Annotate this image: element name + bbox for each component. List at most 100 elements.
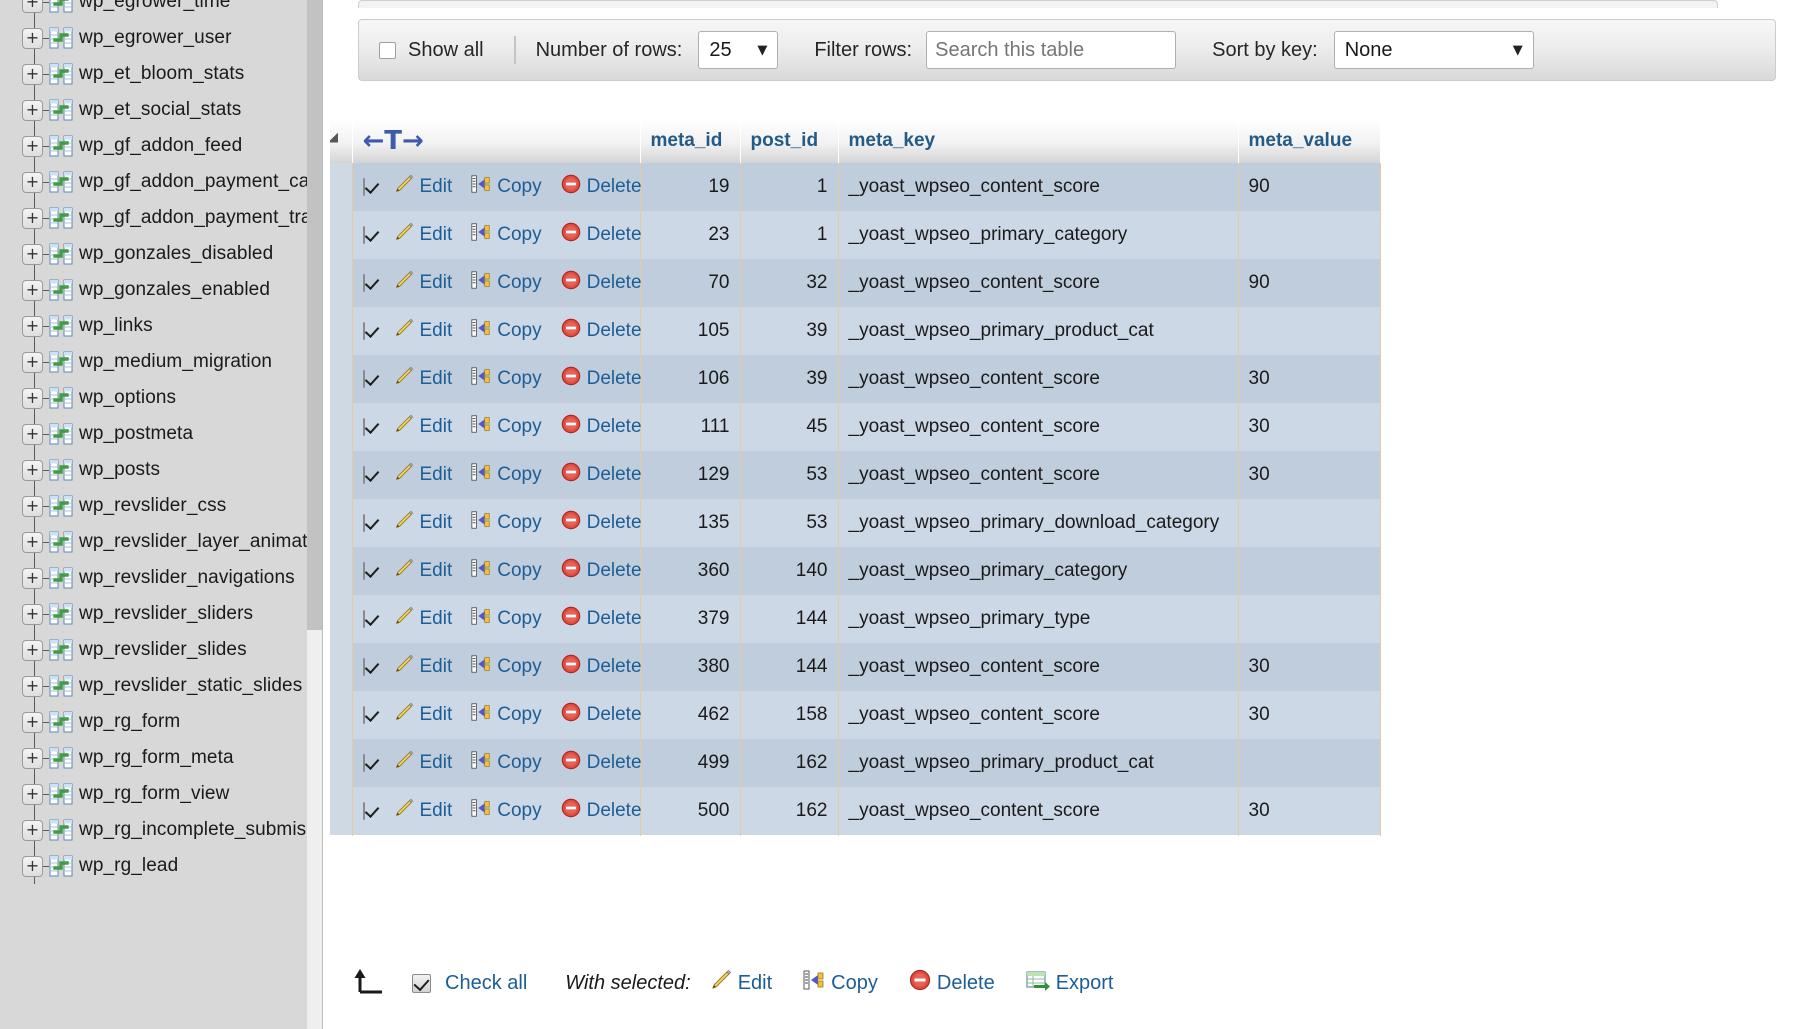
expand-table-icon[interactable]: + — [22, 712, 43, 733]
row-edit-button[interactable]: Edit — [393, 797, 453, 825]
sidebar-table-item[interactable]: + wp_rg_form_view — [0, 776, 330, 812]
expand-table-icon[interactable]: + — [22, 64, 43, 85]
sidebar-table-item[interactable]: + wp_egrower_user — [0, 20, 330, 56]
row-select-checkbox[interactable] — [363, 514, 365, 532]
t-shape-icon[interactable]: T — [384, 128, 402, 154]
row-edit-button[interactable]: Edit — [393, 269, 453, 297]
column-nav-arrows[interactable]: ←T→ — [363, 128, 630, 154]
sidebar-table-item[interactable]: + wp_gonzales_enabled — [0, 272, 330, 308]
row-copy-button[interactable]: Copy — [470, 797, 541, 825]
show-all-checkbox[interactable] — [379, 42, 396, 59]
row-delete-button[interactable]: Delete — [560, 701, 642, 729]
row-edit-button[interactable]: Edit — [393, 221, 453, 249]
expand-table-icon[interactable]: + — [22, 604, 43, 625]
arrow-left-icon[interactable]: ← — [363, 128, 385, 154]
expand-table-icon[interactable]: + — [22, 640, 43, 661]
column-header-meta-key[interactable]: meta_key — [838, 119, 1238, 163]
row-copy-button[interactable]: Copy — [470, 509, 541, 537]
sidebar-table-item[interactable]: + wp_postmeta — [0, 416, 330, 452]
table-row[interactable]: Edit Copy Delete500162_yoast_wpseo_conte… — [330, 787, 1380, 835]
row-edit-button[interactable]: Edit — [393, 413, 453, 441]
row-select-checkbox[interactable] — [363, 802, 365, 820]
row-delete-button[interactable]: Delete — [560, 173, 642, 201]
sidebar-table-item[interactable]: + wp_gf_addon_payment_ca — [0, 164, 330, 200]
table-row[interactable]: Edit Copy Delete10539_yoast_wpseo_primar… — [330, 307, 1380, 355]
row-edit-button[interactable]: Edit — [393, 317, 453, 345]
sidebar-table-item[interactable]: + wp_rg_form_meta — [0, 740, 330, 776]
row-select-checkbox[interactable] — [363, 754, 365, 772]
expand-table-icon[interactable]: + — [22, 100, 43, 121]
expand-table-icon[interactable]: + — [22, 172, 43, 193]
row-copy-button[interactable]: Copy — [470, 317, 541, 345]
sidebar-table-item[interactable]: + wp_rg_form — [0, 704, 330, 740]
expand-table-icon[interactable]: + — [22, 856, 43, 877]
bulk-copy-button[interactable]: Copy — [802, 968, 878, 998]
column-header-post-id[interactable]: post_id — [740, 119, 838, 163]
row-select-checkbox[interactable] — [363, 418, 365, 436]
table-row[interactable]: Edit Copy Delete462158_yoast_wpseo_conte… — [330, 691, 1380, 739]
row-edit-button[interactable]: Edit — [393, 653, 453, 681]
sidebar-scrollbar-thumb[interactable] — [307, 0, 322, 630]
table-row[interactable]: Edit Copy Delete11145_yoast_wpseo_conten… — [330, 403, 1380, 451]
bulk-export-button[interactable]: Export — [1025, 968, 1114, 998]
expand-table-icon[interactable]: + — [22, 208, 43, 229]
row-delete-button[interactable]: Delete — [560, 461, 642, 489]
row-copy-button[interactable]: Copy — [470, 269, 541, 297]
row-edit-button[interactable]: Edit — [393, 509, 453, 537]
expand-table-icon[interactable]: + — [22, 820, 43, 841]
sidebar-table-item[interactable]: + wp_revslider_slides — [0, 632, 330, 668]
row-select-checkbox[interactable] — [363, 658, 365, 676]
expand-table-icon[interactable]: + — [22, 784, 43, 805]
row-copy-button[interactable]: Copy — [470, 749, 541, 777]
table-row[interactable]: Edit Copy Delete13553_yoast_wpseo_primar… — [330, 499, 1380, 547]
sidebar-table-item[interactable]: + wp_revslider_static_slides — [0, 668, 330, 704]
expand-table-icon[interactable]: + — [22, 136, 43, 157]
check-all-label[interactable]: Check all — [445, 972, 527, 995]
sidebar-table-item[interactable]: + wp_et_social_stats — [0, 92, 330, 128]
filter-rows-input[interactable] — [926, 31, 1176, 69]
expand-table-icon[interactable]: + — [22, 316, 43, 337]
sort-by-key-select[interactable]: None ▼ — [1334, 31, 1534, 69]
row-copy-button[interactable]: Copy — [470, 557, 541, 585]
row-delete-button[interactable]: Delete — [560, 365, 642, 393]
table-row[interactable]: Edit Copy Delete379144_yoast_wpseo_prima… — [330, 595, 1380, 643]
row-copy-button[interactable]: Copy — [470, 701, 541, 729]
row-delete-button[interactable]: Delete — [560, 605, 642, 633]
row-copy-button[interactable]: Copy — [470, 173, 541, 201]
row-delete-button[interactable]: Delete — [560, 221, 642, 249]
row-delete-button[interactable]: Delete — [560, 749, 642, 777]
row-select-checkbox[interactable] — [363, 274, 365, 292]
table-row[interactable]: Edit Copy Delete10639_yoast_wpseo_conten… — [330, 355, 1380, 403]
sidebar-table-item[interactable]: + wp_rg_lead — [0, 848, 330, 884]
number-of-rows-select[interactable]: 25 ▼ — [698, 31, 778, 69]
row-select-checkbox[interactable] — [363, 706, 365, 724]
sidebar-table-item[interactable]: + wp_revslider_layer_animat — [0, 524, 330, 560]
expand-table-icon[interactable]: + — [22, 388, 43, 409]
sidebar-table-item[interactable]: + wp_et_bloom_stats — [0, 56, 330, 92]
row-copy-button[interactable]: Copy — [470, 365, 541, 393]
expand-table-icon[interactable]: + — [22, 352, 43, 373]
table-row[interactable]: Edit Copy Delete12953_yoast_wpseo_conten… — [330, 451, 1380, 499]
sidebar-table-item[interactable]: + wp_revslider_navigations — [0, 560, 330, 596]
expand-table-icon[interactable]: + — [22, 28, 43, 49]
sidebar-table-item[interactable]: + wp_revslider_css — [0, 488, 330, 524]
expand-table-icon[interactable]: + — [22, 424, 43, 445]
show-all-label[interactable]: Show all — [408, 39, 484, 62]
row-delete-button[interactable]: Delete — [560, 269, 642, 297]
sidebar-table-item[interactable]: + wp_revslider_sliders — [0, 596, 330, 632]
row-delete-button[interactable]: Delete — [560, 509, 642, 537]
row-edit-button[interactable]: Edit — [393, 365, 453, 393]
row-select-checkbox[interactable] — [363, 322, 365, 340]
table-row[interactable]: Edit Copy Delete231_yoast_wpseo_primary_… — [330, 211, 1380, 259]
row-copy-button[interactable]: Copy — [470, 653, 541, 681]
row-select-checkbox[interactable] — [363, 562, 365, 580]
row-delete-button[interactable]: Delete — [560, 797, 642, 825]
table-row[interactable]: Edit Copy Delete191_yoast_wpseo_content_… — [330, 163, 1380, 211]
row-select-checkbox[interactable] — [363, 466, 365, 484]
bulk-delete-button[interactable]: Delete — [908, 968, 995, 998]
table-row[interactable]: Edit Copy Delete360140_yoast_wpseo_prima… — [330, 547, 1380, 595]
arrow-right-icon[interactable]: → — [402, 128, 424, 154]
sidebar-table-item[interactable]: + wp_gf_addon_payment_tra — [0, 200, 330, 236]
row-select-checkbox[interactable] — [363, 370, 365, 388]
sidebar-table-item[interactable]: + wp_options — [0, 380, 330, 416]
